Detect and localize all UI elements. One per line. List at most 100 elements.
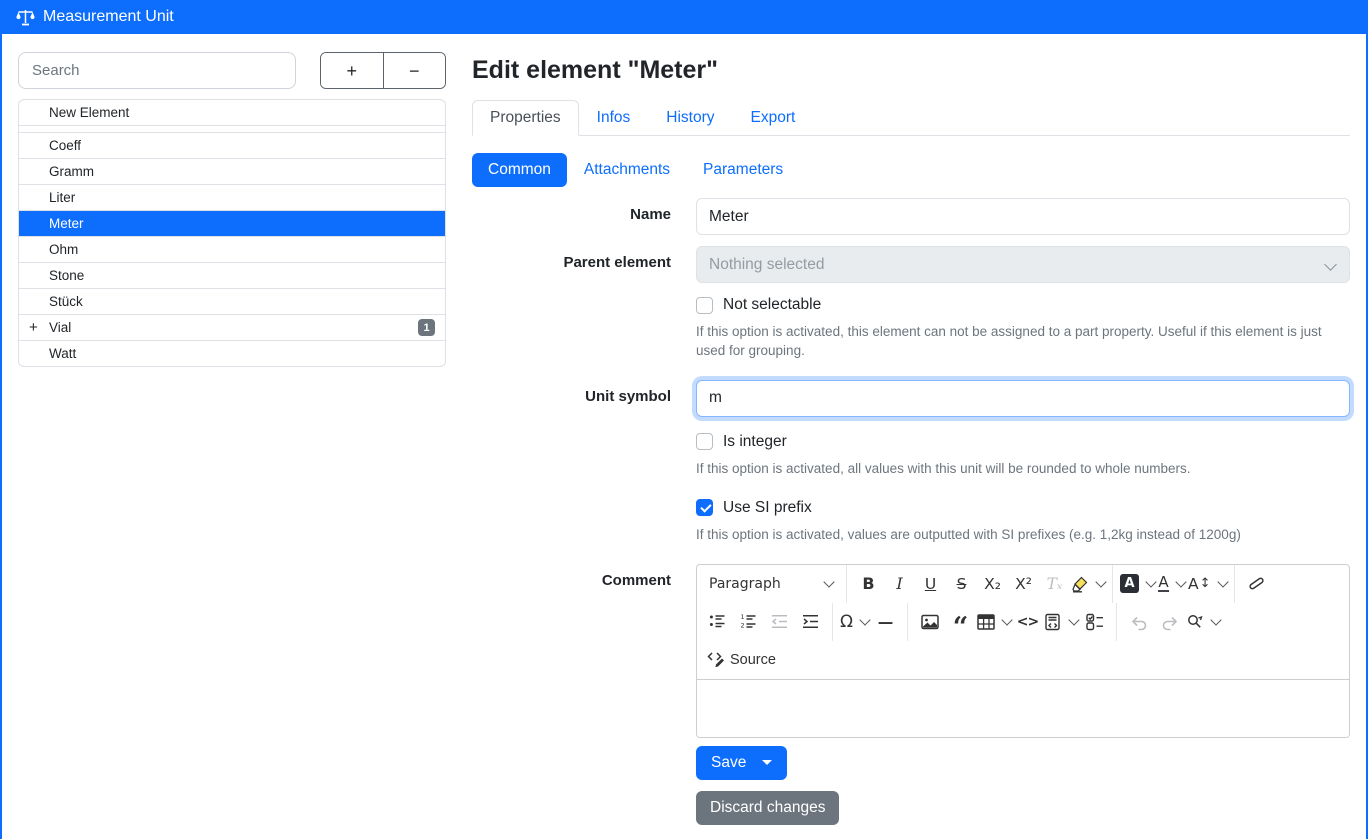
comment-editor: Paragraph B I U S X₂ X² Tₓ	[696, 564, 1350, 738]
tree-item[interactable]: Watt	[19, 340, 445, 366]
chevron-down-icon	[1210, 614, 1221, 625]
tree-item[interactable]: Liter	[19, 184, 445, 210]
find-replace-icon	[1186, 613, 1204, 631]
subtab-attachments[interactable]: Attachments	[568, 153, 686, 187]
svg-text:2: 2	[741, 622, 745, 630]
element-tree: New Element Coeff Gramm Liter Meter Ohm …	[18, 99, 446, 367]
subscript-button[interactable]: X₂	[978, 569, 1007, 599]
tab-export[interactable]: Export	[733, 100, 814, 136]
main-panel: Edit element "Meter" Properties Infos Hi…	[446, 52, 1350, 839]
tree-item-vial[interactable]: + Vial 1	[19, 314, 445, 340]
unit-symbol-input[interactable]	[696, 380, 1350, 417]
numbered-list-button[interactable]: 1 2	[734, 607, 763, 637]
parent-element-label: Parent element	[472, 246, 696, 380]
tree-item[interactable]: Ohm	[19, 236, 445, 262]
tree-item[interactable]: Stück	[19, 288, 445, 314]
tree-item-new-element[interactable]: New Element	[19, 100, 445, 125]
edit-form: Name Parent element Nothing selected Not…	[472, 198, 1350, 825]
tree-item[interactable]: Gramm	[19, 158, 445, 184]
tab-infos[interactable]: Infos	[579, 100, 649, 136]
expand-all-button[interactable]: +	[321, 53, 384, 88]
parent-element-select: Nothing selected	[696, 246, 1350, 283]
highlight-dropdown[interactable]	[1071, 569, 1105, 599]
editor-content-area[interactable]	[697, 679, 1349, 737]
app-title: Measurement Unit	[43, 8, 174, 26]
italic-button[interactable]: I	[885, 569, 914, 599]
insert-table-dropdown[interactable]	[977, 607, 1011, 637]
chevron-down-icon	[1145, 576, 1156, 587]
font-size-dropdown[interactable]: A ↕	[1188, 569, 1227, 599]
chevron-down-icon	[859, 614, 870, 625]
numbered-list-icon: 1 2	[740, 613, 757, 630]
undo-button[interactable]	[1124, 607, 1153, 637]
sub-tab-bar: Common Attachments Parameters	[472, 153, 1350, 187]
tree-toolbar: + −	[320, 52, 446, 89]
subtab-parameters[interactable]: Parameters	[687, 153, 799, 187]
editor-toolbar-row-1: Paragraph B I U S X₂ X² Tₓ	[697, 565, 1349, 603]
balance-scale-icon	[16, 9, 35, 26]
not-selectable-checkbox[interactable]	[696, 297, 713, 314]
link-icon	[1248, 575, 1265, 592]
use-si-prefix-checkbox[interactable]	[696, 499, 713, 516]
underline-button[interactable]: U	[916, 569, 945, 599]
indent-button[interactable]	[796, 607, 825, 637]
collapse-all-button[interactable]: −	[384, 53, 446, 88]
code-block-button[interactable]: <>	[1013, 607, 1042, 637]
image-icon	[921, 613, 939, 631]
is-integer-checkbox[interactable]	[696, 433, 713, 450]
save-button[interactable]: Save	[696, 746, 787, 780]
page-body: + − New Element Coeff Gramm Liter Meter …	[0, 34, 1368, 839]
horizontal-line-button[interactable]: —	[871, 607, 900, 637]
save-dropdown-caret-icon[interactable]	[762, 760, 772, 765]
bulleted-list-button[interactable]	[703, 607, 732, 637]
link-button[interactable]	[1242, 569, 1271, 599]
font-background-color-dropdown[interactable]: A	[1120, 569, 1155, 599]
editor-toolbar-row-3: Source	[697, 641, 1349, 679]
paragraph-style-dropdown[interactable]: Paragraph	[703, 569, 839, 599]
name-input[interactable]	[696, 198, 1350, 235]
source-code-icon	[706, 648, 725, 671]
remove-format-button[interactable]: Tₓ	[1040, 569, 1069, 599]
bold-button[interactable]: B	[854, 569, 883, 599]
chevron-down-icon	[1324, 258, 1337, 271]
indent-icon	[802, 613, 819, 630]
tree-item-selected[interactable]: Meter	[19, 210, 445, 236]
find-and-replace-dropdown[interactable]	[1186, 607, 1220, 637]
not-selectable-label: Not selectable	[723, 296, 821, 314]
redo-button[interactable]	[1155, 607, 1184, 637]
bulleted-list-icon	[709, 613, 726, 630]
source-editing-button[interactable]: Source	[706, 648, 776, 671]
tab-history[interactable]: History	[648, 100, 732, 136]
tab-properties[interactable]: Properties	[472, 100, 579, 136]
block-quote-button[interactable]: “	[946, 601, 975, 643]
tree-item[interactable]: Coeff	[19, 132, 445, 158]
search-input[interactable]	[18, 52, 296, 89]
superscript-button[interactable]: X²	[1009, 569, 1038, 599]
font-color-dropdown[interactable]: A	[1157, 569, 1186, 599]
undo-icon	[1130, 613, 1148, 631]
discard-changes-button[interactable]: Discard changes	[696, 791, 839, 825]
outdent-button[interactable]	[765, 607, 794, 637]
special-characters-dropdown[interactable]: Ω	[840, 607, 869, 637]
use-si-prefix-help: If this option is activated, values are …	[696, 526, 1350, 545]
child-count-badge: 1	[418, 319, 435, 336]
chevron-down-icon	[823, 576, 834, 587]
expand-node-icon[interactable]: +	[29, 319, 49, 336]
subtab-common[interactable]: Common	[472, 153, 567, 187]
not-selectable-help: If this option is activated, this elemen…	[696, 323, 1350, 361]
html-embed-dropdown[interactable]	[1044, 607, 1078, 637]
html-embed-icon	[1044, 613, 1062, 631]
insert-image-button[interactable]	[915, 607, 944, 637]
strikethrough-button[interactable]: S	[947, 569, 976, 599]
comment-label: Comment	[472, 564, 696, 825]
outdent-icon	[771, 613, 788, 630]
app-brand[interactable]: Measurement Unit	[16, 8, 174, 26]
redo-icon	[1161, 613, 1179, 631]
tree-item[interactable]: Stone	[19, 262, 445, 288]
name-label: Name	[472, 198, 696, 235]
is-integer-help: If this option is activated, all values …	[696, 460, 1350, 479]
svg-text:1: 1	[741, 613, 745, 621]
chevron-down-icon	[1068, 614, 1079, 625]
todo-list-button[interactable]	[1080, 607, 1109, 637]
chevron-down-icon	[1175, 576, 1186, 587]
